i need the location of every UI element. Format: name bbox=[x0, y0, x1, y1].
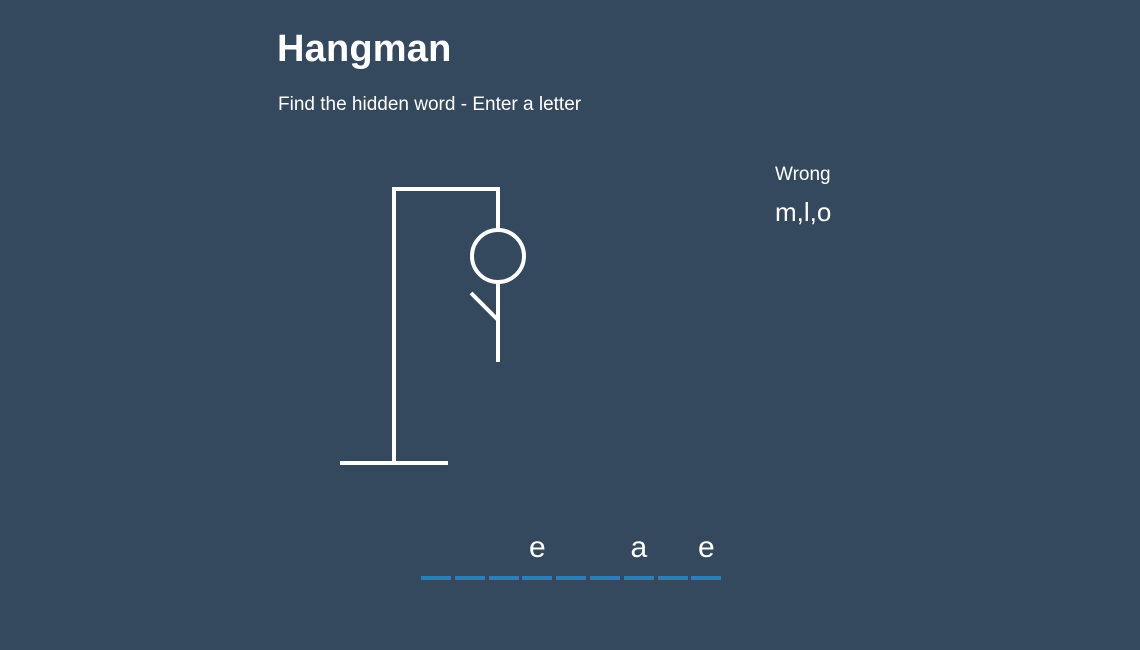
letter-slot: e bbox=[522, 530, 553, 580]
wrong-label: Wrong bbox=[775, 164, 831, 185]
word-display: e a e bbox=[421, 530, 722, 580]
letter-slot bbox=[657, 530, 688, 580]
hangman-head bbox=[470, 228, 526, 284]
letter-slot bbox=[421, 530, 451, 580]
letter-slot bbox=[556, 530, 587, 580]
letter-slot: a bbox=[623, 530, 654, 580]
wrong-letters: m,l,o bbox=[775, 197, 832, 227]
letter-slot: e bbox=[691, 530, 722, 580]
hangman-left-arm bbox=[469, 291, 500, 322]
letter-slot bbox=[454, 530, 485, 580]
letter-slot bbox=[488, 530, 519, 580]
wrong-letters-panel: Wrong m,l,o bbox=[775, 163, 831, 227]
letter-slot bbox=[589, 530, 620, 580]
